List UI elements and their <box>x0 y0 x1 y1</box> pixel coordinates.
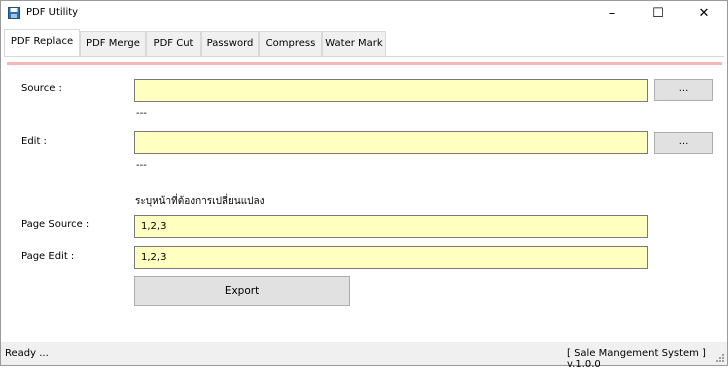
source-file-info: --- <box>136 108 147 119</box>
app-window: PDF Utility – ☐ ✕ PDF Replace PDF Merge … <box>0 0 728 370</box>
source-browse-button[interactable]: ... <box>654 79 713 101</box>
page-source-label: Page Source : <box>21 219 90 230</box>
close-icon: ✕ <box>698 6 710 21</box>
edit-label: Edit : <box>21 136 47 147</box>
tab-pdf-replace[interactable]: PDF Replace <box>4 29 80 56</box>
accent-line <box>7 62 722 65</box>
export-button[interactable]: Export <box>134 276 350 306</box>
page-instruction: ระบุหน้าที่ต้องการเปลี่ยนแปลง <box>135 196 265 207</box>
tab-compress[interactable]: Compress <box>259 31 322 56</box>
maximize-icon: ☐ <box>652 6 664 21</box>
tab-water-mark[interactable]: Water Mark <box>322 31 386 56</box>
source-label: Source : <box>21 83 62 94</box>
page-source-field[interactable]: 1,2,3 <box>134 215 648 238</box>
status-bar: Ready ... [ Sale Mangement System ] v.1.… <box>1 342 727 370</box>
minimize-button[interactable]: – <box>589 1 635 26</box>
window-title: PDF Utility <box>26 7 79 18</box>
tab-strip: PDF Replace PDF Merge PDF Cut Password C… <box>4 29 727 56</box>
tab-password[interactable]: Password <box>201 31 259 56</box>
minimize-icon: – <box>608 6 616 21</box>
tab-pdf-cut[interactable]: PDF Cut <box>146 31 201 56</box>
maximize-button[interactable]: ☐ <box>635 1 681 26</box>
page-edit-field[interactable]: 1,2,3 <box>134 246 648 269</box>
resize-grip-icon[interactable] <box>716 354 725 363</box>
page-edit-label: Page Edit : <box>21 251 75 262</box>
status-text: Ready ... <box>5 348 49 359</box>
tab-divider <box>4 56 724 57</box>
edit-file-info: --- <box>136 160 147 171</box>
close-button[interactable]: ✕ <box>681 1 727 26</box>
floppy-disk-icon <box>8 7 20 19</box>
edit-browse-button[interactable]: ... <box>654 132 713 154</box>
source-field[interactable] <box>134 79 648 102</box>
edit-field[interactable] <box>134 131 648 154</box>
title-bar[interactable]: PDF Utility – ☐ ✕ <box>1 1 727 26</box>
tab-pdf-merge[interactable]: PDF Merge <box>80 31 146 56</box>
app-version: [ Sale Mangement System ] v.1.0.0 <box>567 348 706 370</box>
